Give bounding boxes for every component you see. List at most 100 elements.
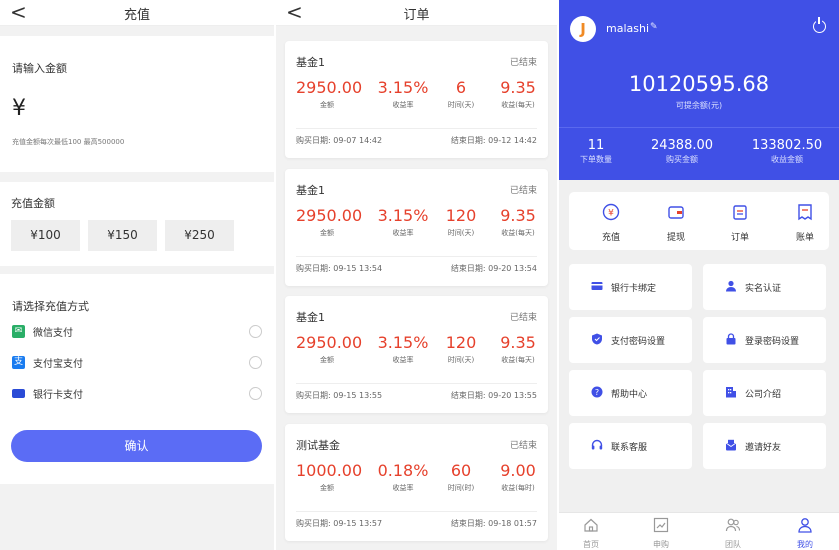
quick-bills[interactable]: 账单 <box>785 203 825 243</box>
tile-company-intro[interactable]: 公司介绍 <box>703 370 826 416</box>
quick-label: 提现 <box>666 233 685 243</box>
rate-label: 收益率 <box>392 484 414 492</box>
quick-amount-section: 充值金额 ¥100 ¥150 ¥250 <box>0 182 274 266</box>
quick-amount-label: 充值金额 <box>11 197 55 210</box>
order-card[interactable]: 基金1 已结束 2950.00 金额 3.15% 收益率 120 时间(天) 9.35… <box>285 169 548 286</box>
user-icon <box>726 280 736 292</box>
tile-label: 公司介绍 <box>745 390 782 400</box>
order-card[interactable]: 测试基金 已结束 1000.00 金额 0.18% 收益率 60 时间(时) 9.00… <box>285 424 548 541</box>
edit-icon[interactable]: ✎ <box>650 22 658 32</box>
income-label: 收益(每天) <box>501 229 535 237</box>
order-duration: 120 时间(天) <box>438 333 484 365</box>
amount-value: 2950.00 <box>296 206 363 225</box>
tab-home[interactable]: 首页 <box>566 517 616 550</box>
method-radio[interactable] <box>249 325 262 338</box>
duration-value: 60 <box>450 461 472 480</box>
method-radio[interactable] <box>249 356 262 369</box>
bottom-tab-bar: 首页 申购 团队 我的 <box>559 512 839 550</box>
income-label: 收益(每天) <box>501 101 535 109</box>
amount-label: 金额 <box>320 484 334 492</box>
income-value: 9.35 <box>500 78 536 97</box>
avatar[interactable]: J <box>570 16 596 42</box>
amount-chip-100[interactable]: ¥100 <box>11 220 80 251</box>
income-value: 9.35 <box>500 206 536 225</box>
balance-value: 10120595.68 <box>628 72 770 96</box>
amount-value: 2950.00 <box>296 333 363 352</box>
tile-label: 支付密码设置 <box>611 337 666 347</box>
end-date: 结束日期: 09-18 01:57 <box>450 519 537 528</box>
method-bank-card[interactable]: 银行卡支付 <box>12 378 262 409</box>
tab-label: 团队 <box>725 540 741 549</box>
order-status: 已结束 <box>509 58 537 68</box>
method-alipay[interactable]: 支 支付宝支付 <box>12 347 262 378</box>
order-name: 基金1 <box>296 311 325 324</box>
amount-label: 金额 <box>320 229 334 237</box>
tile-real-name-auth[interactable]: 实名认证 <box>703 264 826 310</box>
tile-login-password[interactable]: 登录密码设置 <box>703 317 826 363</box>
stat-value: 11 <box>587 138 605 153</box>
yen-circle-icon: ¥ <box>602 203 620 221</box>
method-radio[interactable] <box>249 387 262 400</box>
tile-label: 帮助中心 <box>611 390 648 400</box>
stat-order-count: 11 下单数量 <box>571 138 621 165</box>
divider <box>559 127 839 128</box>
page-title: 充值 <box>123 8 150 23</box>
wechat-icon: ✉ <box>12 325 25 338</box>
tab-mine[interactable]: 我的 <box>780 517 830 550</box>
amount-chip-150[interactable]: ¥150 <box>88 220 157 251</box>
bill-icon <box>798 204 812 221</box>
tile-help-center[interactable]: ? 帮助中心 <box>569 370 692 416</box>
order-amount: 1000.00 金额 <box>296 461 363 493</box>
tile-bank-card-binding[interactable]: 银行卡绑定 <box>569 264 692 310</box>
tab-label: 申购 <box>653 540 669 549</box>
quick-withdraw[interactable]: 提现 <box>656 203 696 243</box>
order-income: 9.35 收益(每天) <box>495 206 541 238</box>
page-title: 订单 <box>403 8 430 23</box>
amount-value: 1000.00 <box>296 461 363 480</box>
rate-label: 收益率 <box>392 101 414 109</box>
amount-chip-250[interactable]: ¥250 <box>165 220 234 251</box>
stat-label: 购买金额 <box>666 155 698 164</box>
method-wechat[interactable]: ✉ 微信支付 <box>12 316 262 347</box>
tile-pay-password[interactable]: 支付密码设置 <box>569 317 692 363</box>
tab-label: 首页 <box>583 540 599 549</box>
amount-label: 金额 <box>320 101 334 109</box>
order-amount: 2950.00 金额 <box>296 333 363 365</box>
divider <box>296 511 537 512</box>
order-card[interactable]: 基金1 已结束 2950.00 金额 3.15% 收益率 6 时间(天) 9.35 收益… <box>285 41 548 158</box>
divider <box>296 256 537 257</box>
quick-orders[interactable]: 订单 <box>720 203 760 243</box>
payment-method-label: 请选择充值方式 <box>12 300 89 313</box>
confirm-button[interactable]: 确认 <box>11 430 262 462</box>
duration-label: 时间(天) <box>447 356 475 364</box>
logout-power-icon[interactable] <box>813 17 826 33</box>
team-icon <box>725 518 741 532</box>
amount-label: 请输入金额 <box>12 62 67 75</box>
order-rate: 0.18% 收益率 <box>377 461 429 493</box>
profile-icon <box>798 518 812 533</box>
tab-subscribe[interactable]: 申购 <box>636 517 686 550</box>
username: malashi <box>606 22 650 35</box>
quick-label: 订单 <box>730 233 749 243</box>
amount-hint: 充值金额每次最低100 最高500000 <box>12 138 125 146</box>
tab-team[interactable]: 团队 <box>708 517 758 550</box>
order-status: 已结束 <box>509 441 537 451</box>
duration-label: 时间(天) <box>447 101 475 109</box>
amount-input[interactable]: ¥ <box>12 96 262 121</box>
quick-recharge[interactable]: ¥ 充值 <box>591 203 631 243</box>
order-rate: 3.15% 收益率 <box>377 333 429 365</box>
wallet-icon <box>668 206 684 219</box>
divider <box>296 383 537 384</box>
tile-invite-friends[interactable]: 邀请好友 <box>703 423 826 469</box>
order-card[interactable]: 基金1 已结束 2950.00 金额 3.15% 收益率 120 时间(天) 9.35… <box>285 296 548 413</box>
end-date: 结束日期: 09-20 13:54 <box>450 264 537 273</box>
duration-label: 时间(时) <box>447 484 475 492</box>
stat-value: 133802.50 <box>751 138 823 153</box>
building-icon <box>726 387 736 398</box>
buy-date: 购买日期: 09-15 13:54 <box>296 264 383 273</box>
tile-customer-service[interactable]: 联系客服 <box>569 423 692 469</box>
order-income: 9.00 收益(每时) <box>495 461 541 493</box>
svg-text:?: ? <box>595 388 599 397</box>
bank-card-icon <box>591 282 603 290</box>
income-label: 收益(每时) <box>501 484 535 492</box>
